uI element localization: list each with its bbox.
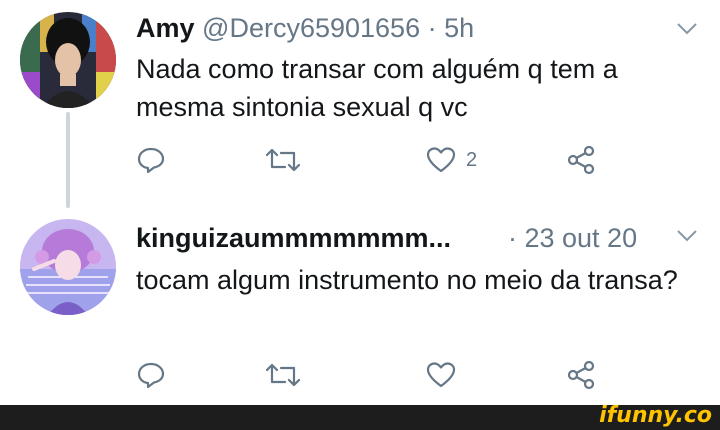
thread-line (66, 112, 70, 208)
retweet-icon (266, 360, 300, 390)
like-button[interactable]: 2 (426, 140, 477, 180)
share-button[interactable] (566, 140, 596, 180)
reply-button[interactable] (136, 355, 166, 395)
like-icon (426, 146, 456, 174)
avatar[interactable] (20, 219, 116, 315)
retweet-icon (266, 145, 300, 175)
author-handle[interactable]: @Dercy65901656 (202, 13, 420, 43)
tweet-actions: 2 (136, 140, 616, 180)
chevron-down-icon[interactable] (676, 22, 698, 36)
retweet-button[interactable] (266, 355, 300, 395)
tweet[interactable]: kinguizaummmmmmm... · 23 out 20 tocam al… (0, 205, 720, 405)
share-icon (566, 360, 596, 390)
share-icon (566, 145, 596, 175)
like-button[interactable] (426, 355, 456, 395)
timestamp[interactable]: · 5h (428, 13, 475, 43)
tweet-actions (136, 355, 616, 395)
tweet-text: tocam algum instrumento no meio da trans… (136, 265, 678, 295)
tweet[interactable]: Amy @Dercy65901656 · 5h Nada como transa… (0, 0, 720, 208)
ifunny-watermark: ifunny.co (599, 403, 712, 428)
tweet-header: Amy @Dercy65901656 · 5h (136, 12, 474, 44)
timestamp[interactable]: · 23 out 20 (508, 222, 637, 254)
retweet-button[interactable] (266, 140, 300, 180)
reply-button[interactable] (136, 140, 166, 180)
like-icon (426, 361, 456, 389)
share-button[interactable] (566, 355, 596, 395)
tweet-text: Nada como transar com alguém q tem a mes… (136, 54, 618, 122)
reply-icon (136, 145, 166, 175)
tweet-header: kinguizaummmmmmm... · 23 out 20 (136, 222, 637, 254)
watermark-bar: ifunny.co (0, 403, 720, 430)
reply-icon (136, 360, 166, 390)
like-count: 2 (466, 148, 478, 171)
avatar[interactable] (20, 12, 116, 108)
author-name[interactable]: kinguizaummmmmmm... (136, 223, 451, 253)
author-name[interactable]: Amy (136, 13, 195, 43)
chevron-down-icon[interactable] (676, 229, 698, 243)
